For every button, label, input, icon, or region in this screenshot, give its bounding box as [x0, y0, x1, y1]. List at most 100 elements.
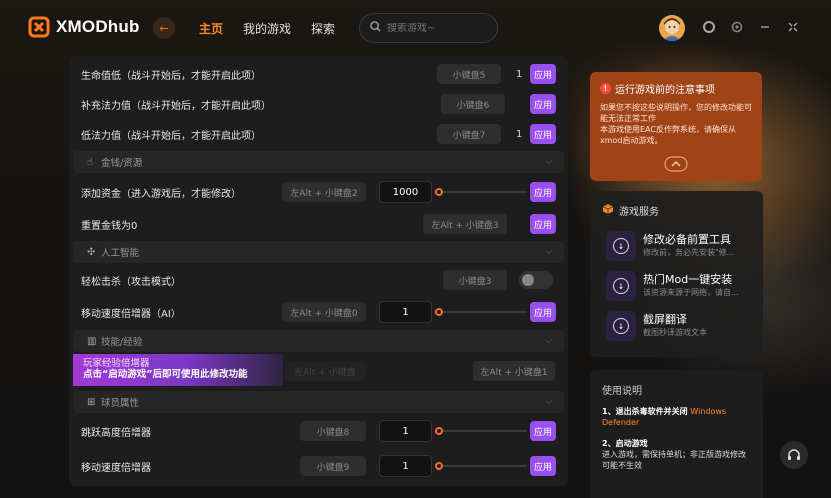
service-icon: ↓	[606, 311, 636, 341]
notice-title: 运行游戏前的注意事项	[615, 85, 715, 96]
cheat-row: 移动速度倍增器（AI） 左Alt + 小键盘0 应用	[69, 297, 568, 327]
nav-explore[interactable]: 探索	[311, 20, 335, 37]
service-item[interactable]: ↓ 截屏翻译 截图秒译游戏文本	[606, 309, 756, 343]
apply-button[interactable]: 应用	[530, 302, 556, 322]
hotkey-badge[interactable]: 小键盘6	[441, 94, 505, 114]
apply-button[interactable]: 应用	[530, 124, 556, 144]
section-label: 金钱/资源	[101, 158, 143, 169]
service-name: 截屏翻译	[643, 313, 687, 326]
slider-handle[interactable]	[435, 188, 443, 196]
value-slider[interactable]	[437, 311, 527, 313]
cheat-label: 生命值低（战斗开始后，才能开启此项）	[81, 70, 261, 82]
cheat-label: 补充法力值（战斗开始后，才能开启此项）	[81, 100, 271, 112]
service-desc: 截图秒译游戏文本	[643, 328, 707, 337]
section-money[interactable]: ☝ 金钱/资源 ⌵	[73, 151, 564, 173]
notice-body: 如果您不按这些说明操作，您的修改功能可能无法正常工作 本游戏使用EAC反作弊系统…	[600, 103, 752, 145]
section-player[interactable]: ⊞ 球员属性 ⌵	[73, 391, 564, 413]
service-icon: ↓	[606, 271, 636, 301]
cheat-row: 跳跃高度倍增器 小键盘8 应用	[69, 416, 568, 446]
slider-handle[interactable]	[435, 427, 443, 435]
slider-handle[interactable]	[435, 308, 443, 316]
minimize-icon[interactable]	[757, 19, 773, 35]
apply-button[interactable]: 应用	[530, 94, 556, 114]
search-box[interactable]	[359, 13, 498, 43]
service-item[interactable]: ↓ 热门Mod一键安装 该资源来源于网络，请自...	[606, 269, 756, 303]
value-input[interactable]	[379, 420, 432, 442]
help-title: 使用说明	[602, 386, 642, 397]
collapse-button[interactable]	[664, 156, 688, 172]
chevron-down-icon: ⌵	[545, 247, 552, 257]
search-icon	[370, 21, 381, 35]
support-button[interactable]	[780, 441, 808, 469]
service-icon: ↓	[606, 231, 636, 261]
help-step-2: 2、启动游戏 进入游戏，需保持单机；非正版游戏修改可能不生效	[602, 438, 752, 471]
service-desc: 该资源来源于网络，请自...	[643, 288, 739, 297]
arrow-left-icon: ←	[159, 21, 169, 35]
cheat-count: 1	[516, 68, 523, 80]
settings-icon[interactable]	[729, 19, 745, 35]
value-slider[interactable]	[437, 465, 527, 467]
top-bar: XMODhub ← 主页 我的游戏 探索	[0, 0, 831, 56]
section-ai[interactable]: ✣ 人工智能 ⌵	[73, 241, 564, 263]
slider-handle[interactable]	[435, 462, 443, 470]
hotkey-badge[interactable]: 左Alt + 小键盘3	[423, 214, 507, 234]
cheat-row: 补充法力值（战斗开始后，才能开启此项） 小键盘6 应用	[69, 89, 568, 119]
cheat-row: 添加资金（进入游戏后，才能修改） 左Alt + 小键盘2 应用	[69, 177, 568, 207]
search-input[interactable]	[387, 22, 487, 34]
service-item[interactable]: ↓ 修改必备前置工具 修改前，务必先安装"修...	[606, 229, 756, 263]
cheat-row: 重置金钱为0 左Alt + 小键盘3 应用	[69, 209, 568, 239]
hotkey-badge[interactable]: 小键盘3	[443, 270, 507, 290]
notice-title-row: ! 运行游戏前的注意事项	[600, 81, 752, 96]
apply-button[interactable]: 应用	[530, 421, 556, 441]
section-label: 球员属性	[101, 398, 140, 409]
hotkey-badge[interactable]: 小键盘5	[437, 64, 501, 84]
download-icon: ↓	[613, 318, 629, 334]
value-input[interactable]	[379, 181, 432, 203]
stats-icon: ▥	[87, 335, 97, 347]
help-step-1: 1、退出杀毒软件并关闭 Windows Defender	[602, 406, 752, 428]
value-slider[interactable]	[437, 430, 527, 432]
close-icon[interactable]	[785, 19, 801, 35]
section-skills[interactable]: ▥ 技能/经验 ⌵	[73, 330, 564, 352]
hotkey-badge[interactable]: 小键盘8	[300, 421, 366, 441]
logo-icon	[28, 16, 50, 38]
service-name: 修改必备前置工具	[643, 233, 731, 246]
cheat-label: 添加资金（进入游戏后，才能修改）	[81, 188, 241, 200]
banner-text: 点击“启动游戏”后即可使用此修改功能	[83, 369, 248, 380]
apply-button[interactable]: 应用	[530, 214, 556, 234]
warning-icon: !	[600, 83, 611, 94]
nav-my-games[interactable]: 我的游戏	[243, 20, 291, 37]
hotkey-badge[interactable]: 左Alt + 小键盘2	[282, 182, 366, 202]
services-title: 游戏服务	[619, 207, 659, 218]
hotkey-badge[interactable]: 小键盘9	[300, 456, 366, 476]
apply-button[interactable]: 应用	[530, 456, 556, 476]
cheat-label: 跳跃高度倍增器	[81, 427, 151, 439]
cheat-label: 轻松击杀（攻击模式）	[81, 276, 181, 288]
avatar[interactable]	[659, 15, 685, 41]
hotkey-badge[interactable]: 左Alt + 小键盘0	[282, 302, 366, 322]
chevron-up-icon	[664, 156, 688, 172]
value-input[interactable]	[379, 455, 432, 477]
easy-kill-toggle[interactable]	[519, 271, 553, 289]
back-button[interactable]: ←	[153, 17, 175, 39]
hotkey-badge[interactable]: 小键盘7	[437, 124, 501, 144]
cheat-label: 移动速度倍增器	[81, 462, 151, 474]
box-icon	[602, 203, 614, 218]
cheat-row: 低法力值（战斗开始后，才能开启此项） 小键盘7 1 应用	[69, 119, 568, 149]
help-step-2-title: 2、启动游戏	[602, 439, 648, 448]
value-input[interactable]	[379, 301, 432, 323]
apply-button[interactable]: 应用	[530, 64, 556, 84]
apply-button[interactable]: 应用	[530, 182, 556, 202]
money-icon: ☝	[87, 156, 94, 168]
nav-home[interactable]: 主页	[199, 20, 223, 37]
cheat-label: 玩家经验倍增器	[83, 358, 150, 369]
notification-icon[interactable]	[701, 19, 717, 35]
logo[interactable]: XMODhub	[28, 16, 140, 38]
window-controls	[701, 19, 801, 35]
usage-instructions-card: 使用说明 1、退出杀毒软件并关闭 Windows Defender 2、启动游戏…	[590, 370, 763, 498]
download-icon: ↓	[613, 238, 629, 254]
value-slider[interactable]	[437, 191, 527, 193]
chevron-down-icon: ⌵	[545, 397, 552, 407]
hotkey-badge[interactable]: 左Alt + 小键盘1	[473, 361, 555, 381]
cheat-count: 1	[516, 128, 523, 140]
